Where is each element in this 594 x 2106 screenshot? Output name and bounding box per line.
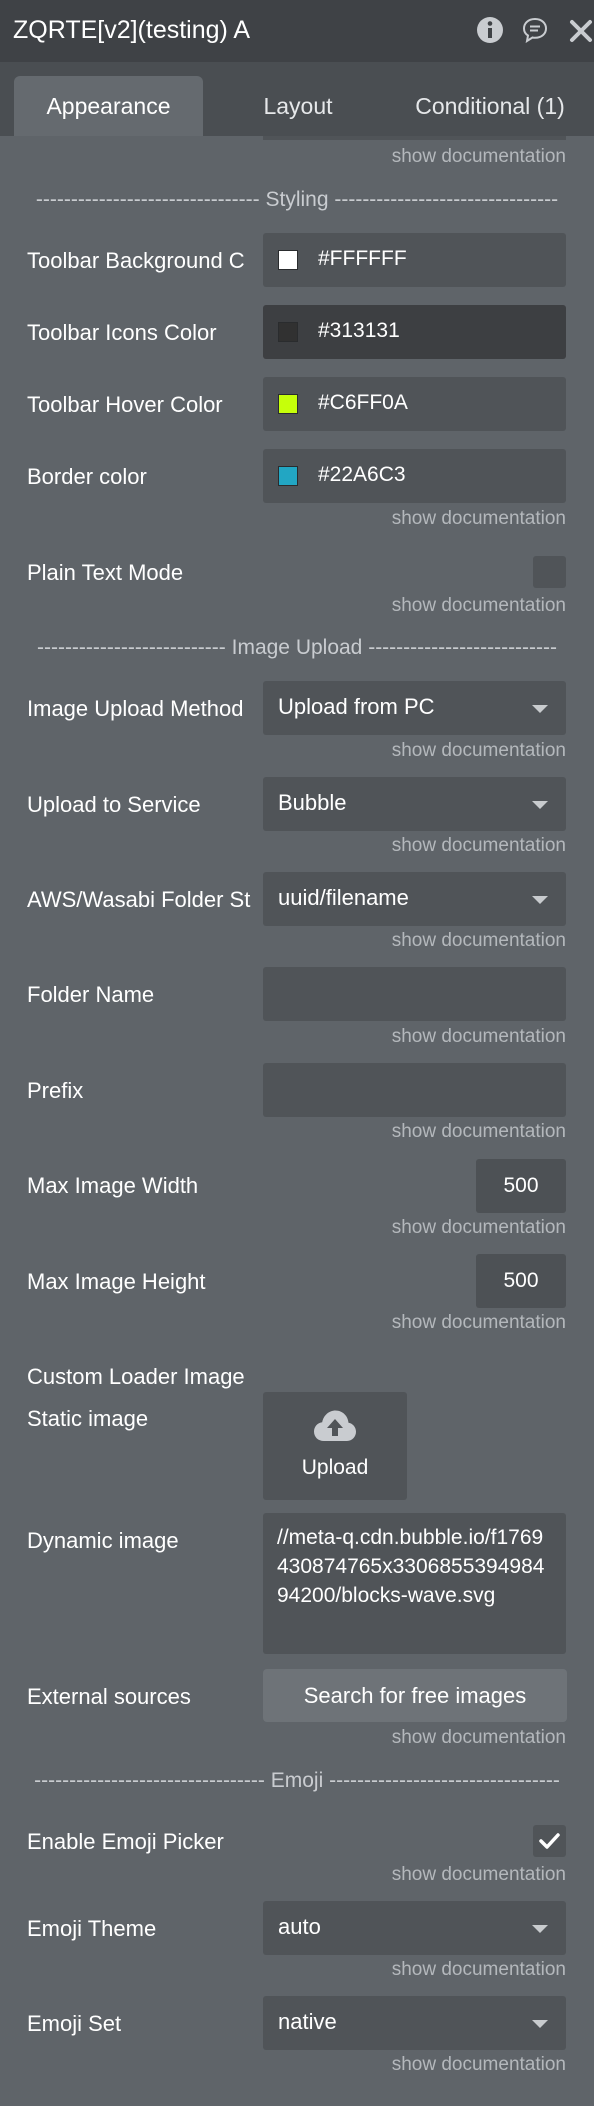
upload-to-service-dropdown[interactable]: Bubble xyxy=(263,777,566,831)
toolbar-hover-color-field[interactable]: #C6FF0A xyxy=(263,377,566,431)
chevron-down-icon xyxy=(532,705,548,713)
show-documentation-link[interactable]: show documentation xyxy=(392,930,566,952)
tab-layout[interactable]: Layout xyxy=(240,76,356,136)
show-documentation-link[interactable]: show documentation xyxy=(392,1121,566,1143)
panel-titlebar: ZQRTE[v2](testing) A xyxy=(0,0,594,62)
toolbar-icons-color-label: Toolbar Icons Color xyxy=(27,320,217,345)
prefix-input[interactable] xyxy=(263,1063,566,1117)
comment-icon[interactable] xyxy=(522,17,548,43)
cloud-upload-icon xyxy=(314,1410,356,1441)
enable-emoji-picker-label: Enable Emoji Picker xyxy=(27,1829,224,1854)
plain-text-mode-label: Plain Text Mode xyxy=(27,560,184,585)
enable-emoji-picker-checkbox[interactable] xyxy=(533,1825,566,1857)
emoji-theme-dropdown[interactable]: auto xyxy=(263,1901,566,1955)
toolbar-background-color-field[interactable]: #FFFFFF xyxy=(263,233,566,287)
chevron-down-icon xyxy=(532,2020,548,2028)
max-image-height-input[interactable]: 500 xyxy=(476,1254,566,1308)
image-upload-method-label: Image Upload Method xyxy=(27,696,244,721)
static-image-upload-button[interactable]: Upload xyxy=(263,1392,407,1500)
folder-name-input[interactable] xyxy=(263,967,566,1021)
color-swatch[interactable] xyxy=(278,250,298,270)
external-sources-label: External sources xyxy=(27,1684,191,1709)
folder-name-label: Folder Name xyxy=(27,982,155,1007)
emoji-set-dropdown[interactable]: native xyxy=(263,1996,566,2050)
toolbar-background-label: Toolbar Background C xyxy=(27,248,245,273)
image-upload-method-dropdown[interactable]: Upload from PC xyxy=(263,681,566,735)
emoji-theme-label: Emoji Theme xyxy=(27,1916,157,1941)
color-value: #313131 xyxy=(318,319,400,342)
search-free-images-button[interactable]: Search for free images xyxy=(263,1669,567,1722)
emoji-set-label: Emoji Set xyxy=(27,2011,122,2036)
chevron-down-icon xyxy=(532,896,548,904)
color-swatch[interactable] xyxy=(278,466,298,486)
show-documentation-link[interactable]: show documentation xyxy=(392,740,566,762)
plain-text-mode-checkbox[interactable] xyxy=(533,556,566,588)
prefix-label: Prefix xyxy=(27,1078,84,1103)
max-image-width-input[interactable]: 500 xyxy=(476,1159,566,1213)
section-styling-header: -------------------------------- Styling… xyxy=(35,188,559,211)
show-documentation-link[interactable]: show documentation xyxy=(392,595,566,617)
border-color-label: Border color xyxy=(27,464,147,489)
show-documentation-link[interactable]: show documentation xyxy=(392,1864,566,1886)
dropdown-value: Bubble xyxy=(278,790,347,815)
tab-appearance[interactable]: Appearance xyxy=(14,76,203,136)
show-documentation-link[interactable]: show documentation xyxy=(392,835,566,857)
max-image-width-label: Max Image Width xyxy=(27,1173,199,1198)
show-documentation-link[interactable]: show documentation xyxy=(392,1217,566,1239)
show-documentation-link[interactable]: show documentation xyxy=(392,1026,566,1048)
color-value: #FFFFFF xyxy=(318,247,407,270)
dropdown-value: native xyxy=(278,2009,337,2034)
folder-structure-dropdown[interactable]: uuid/filename xyxy=(263,872,566,926)
show-documentation-link[interactable]: show documentation xyxy=(392,2054,566,2076)
chevron-down-icon xyxy=(532,1925,548,1933)
color-value: #C6FF0A xyxy=(318,391,408,414)
tab-conditional[interactable]: Conditional (1) xyxy=(400,76,580,136)
tab-bar: Appearance Layout Conditional (1) xyxy=(0,62,594,136)
checkmark-icon xyxy=(539,1833,560,1849)
close-icon[interactable] xyxy=(568,18,594,44)
chevron-down-icon xyxy=(532,801,548,809)
info-icon[interactable] xyxy=(476,16,504,44)
show-documentation-link[interactable]: show documentation xyxy=(392,1727,566,1749)
show-documentation-link[interactable]: show documentation xyxy=(392,1312,566,1334)
upload-to-service-label: Upload to Service xyxy=(27,792,201,817)
custom-loader-image-label: Custom Loader Image xyxy=(27,1364,245,1389)
color-swatch[interactable] xyxy=(278,322,298,342)
show-documentation-link[interactable]: show documentation xyxy=(392,1959,566,1981)
max-image-height-label: Max Image Height xyxy=(27,1269,206,1294)
color-swatch[interactable] xyxy=(278,394,298,414)
color-value: #22A6C3 xyxy=(318,463,406,486)
folder-structure-label: AWS/Wasabi Folder St xyxy=(27,887,251,912)
toolbar-icons-color-field[interactable]: #313131 xyxy=(263,305,566,359)
upload-button-label: Upload xyxy=(301,1456,369,1479)
dropdown-value: Upload from PC xyxy=(278,694,435,719)
static-image-label: Static image xyxy=(27,1406,149,1431)
toolbar-hover-color-label: Toolbar Hover Color xyxy=(27,392,223,417)
dropdown-value: auto xyxy=(278,1914,321,1939)
section-emoji-header: --------------------------------- Emoji … xyxy=(34,1769,560,1792)
section-image-upload-header: --------------------------- Image Upload… xyxy=(36,636,558,659)
panel-title: ZQRTE[v2](testing) A xyxy=(13,16,251,44)
show-documentation-link[interactable]: show documentation xyxy=(392,146,566,168)
scrolled-field-edge xyxy=(263,136,566,140)
dynamic-image-input[interactable]: //meta-q.cdn.bubble.io/f1769430874765x33… xyxy=(263,1513,566,1654)
border-color-field[interactable]: #22A6C3 xyxy=(263,449,566,503)
show-documentation-link[interactable]: show documentation xyxy=(392,508,566,530)
dropdown-value: uuid/filename xyxy=(278,885,409,910)
dynamic-image-label: Dynamic image xyxy=(27,1528,179,1553)
